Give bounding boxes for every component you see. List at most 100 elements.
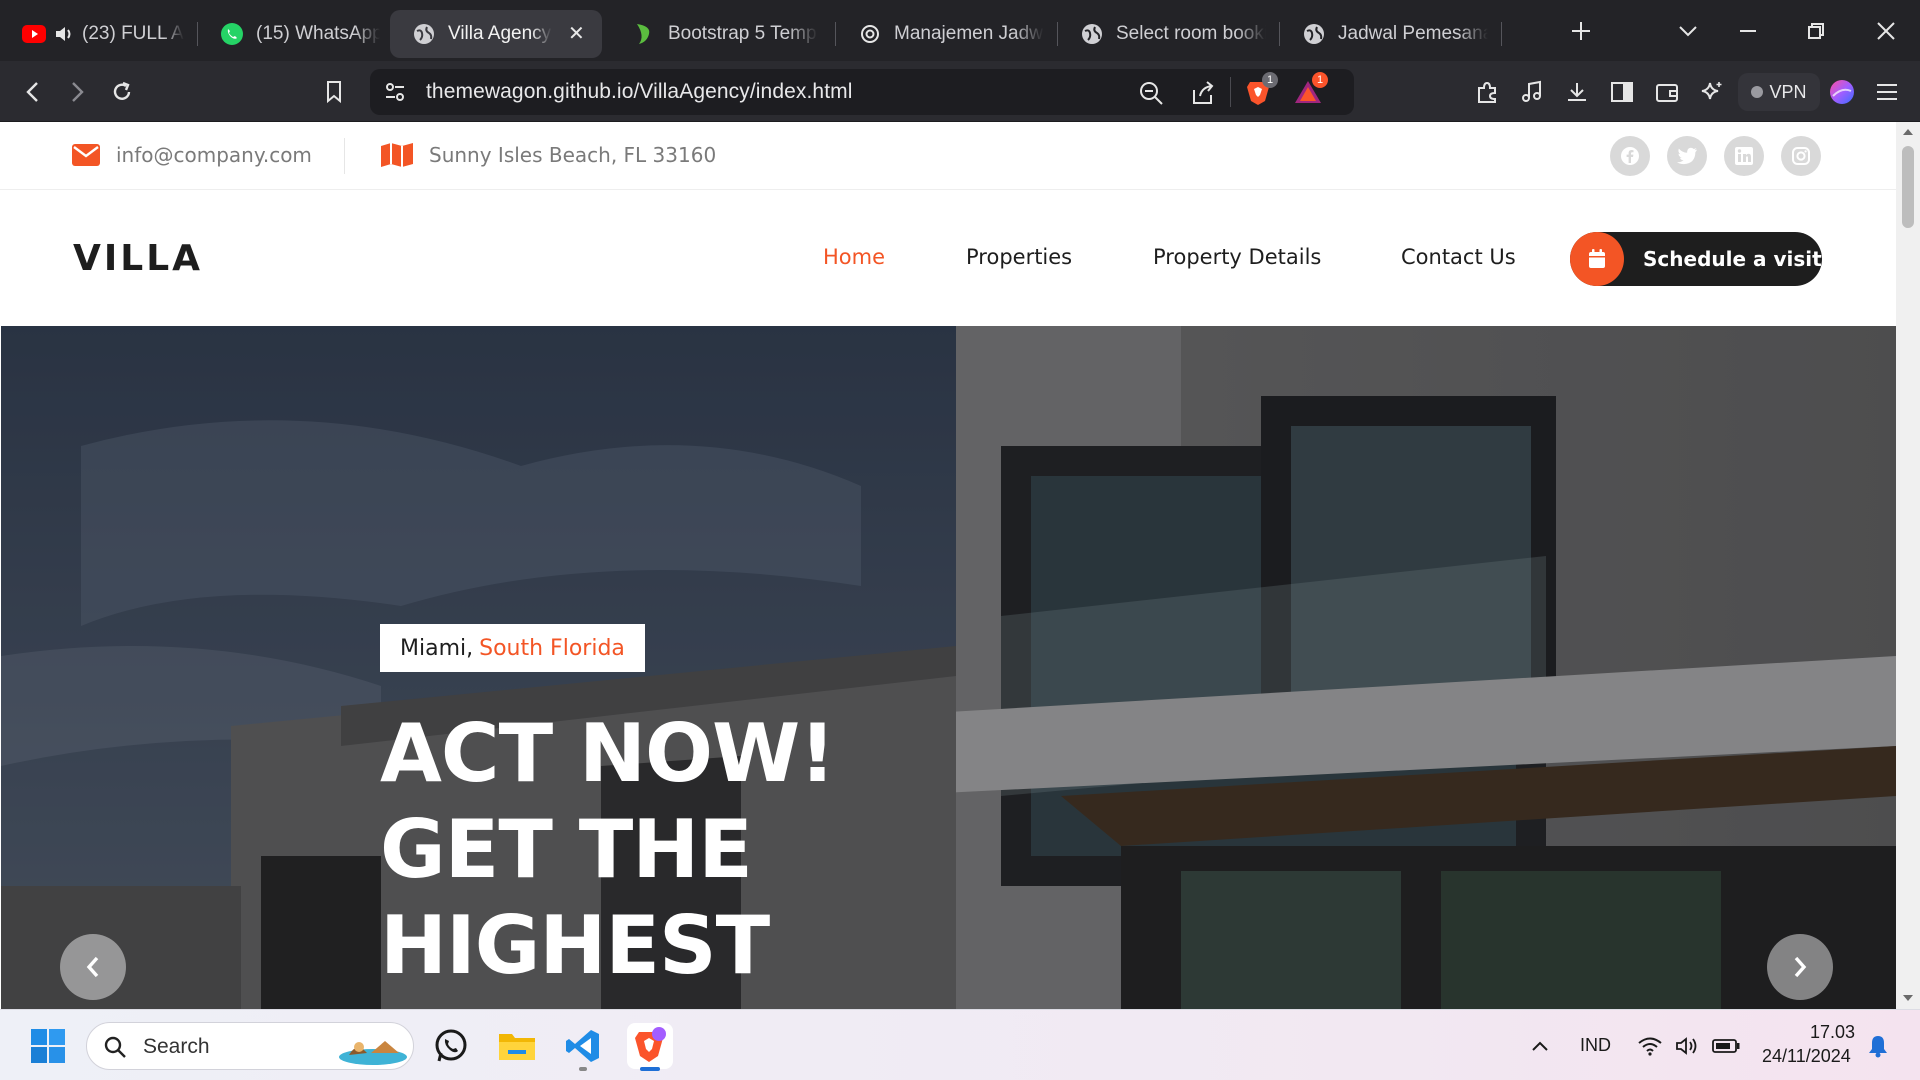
- downloads-button[interactable]: [1558, 73, 1596, 111]
- globe-icon: [1302, 22, 1326, 46]
- close-window-button[interactable]: [1856, 0, 1916, 61]
- zoom-icon[interactable]: [1138, 80, 1164, 111]
- tab-title: Villa Agency - Real Estate: [448, 22, 552, 44]
- headline-line-3: HIGHEST: [380, 899, 770, 992]
- tab-chatgpt[interactable]: Manajemen Jadwal: [836, 10, 1058, 58]
- nav-contact-us[interactable]: Contact Us: [1401, 245, 1516, 269]
- taskbar-vscode[interactable]: [560, 1023, 606, 1071]
- vpn-button[interactable]: VPN: [1738, 73, 1820, 111]
- windows-logo-icon: [31, 1029, 65, 1063]
- taskbar-brave[interactable]: [627, 1023, 673, 1071]
- leo-ai-button[interactable]: [1693, 73, 1731, 111]
- sidebar-button[interactable]: [1603, 73, 1641, 111]
- restore-icon: [1808, 22, 1824, 39]
- linkedin-link[interactable]: [1724, 136, 1764, 176]
- tab-room-booking[interactable]: Select room booking: [1058, 10, 1280, 58]
- wifi-icon: [1638, 1037, 1662, 1056]
- tab-title: (23) FULL ALBUM: [82, 22, 184, 44]
- clock-time[interactable]: 17.03: [1810, 1022, 1855, 1043]
- youtube-icon: [22, 22, 46, 46]
- clock-date[interactable]: 24/11/2024: [1762, 1046, 1851, 1067]
- hero-slider: Miami, South Florida ACT NOW! GET THE HI…: [1, 326, 1896, 1009]
- chevron-right-icon: [1794, 956, 1807, 978]
- minimize-button[interactable]: [1718, 0, 1778, 61]
- twitter-icon: [1677, 147, 1697, 165]
- wallet-icon: [1656, 84, 1678, 102]
- site-logo[interactable]: VILLA: [73, 238, 203, 279]
- divider: [344, 138, 345, 174]
- bookmark-icon: [327, 81, 341, 104]
- extensions-button[interactable]: [1468, 73, 1506, 111]
- volume-status[interactable]: [1668, 1023, 1708, 1069]
- scrollbar-thumb[interactable]: [1902, 146, 1914, 228]
- email-text[interactable]: info@company.com: [116, 143, 312, 167]
- reload-button[interactable]: [103, 73, 141, 111]
- notifications-button[interactable]: [1858, 1023, 1898, 1069]
- close-tab-icon[interactable]: ✕: [568, 21, 585, 46]
- wallet-button[interactable]: [1648, 73, 1686, 111]
- tab-villa-agency[interactable]: Villa Agency - Real Estate ✕: [390, 9, 602, 58]
- scroll-down-icon[interactable]: [1902, 994, 1914, 1002]
- nav-home[interactable]: Home: [823, 245, 885, 269]
- tab-search-button[interactable]: [1658, 0, 1718, 61]
- templates-icon: [632, 22, 656, 46]
- new-tab-button[interactable]: [1553, 0, 1609, 61]
- folder-icon: [499, 1034, 535, 1060]
- facebook-icon: [1621, 147, 1639, 165]
- slider-prev-button[interactable]: [60, 934, 126, 1000]
- puzzle-icon: [1478, 81, 1496, 103]
- screen: { "browser": { "tabs": [ {"title": "(23)…: [0, 0, 1920, 1080]
- schedule-visit-button[interactable]: Schedule a visit: [1570, 232, 1822, 286]
- nav-property-details[interactable]: Property Details: [1153, 245, 1321, 269]
- taskbar-file-explorer[interactable]: [494, 1023, 540, 1069]
- profile-button[interactable]: [1823, 73, 1861, 111]
- plus-icon: [1572, 21, 1590, 40]
- address-bar[interactable]: themewagon.github.io/VillaAgency/index.h…: [370, 69, 1354, 115]
- share-icon[interactable]: [1190, 80, 1216, 111]
- tab-bootstrap[interactable]: Bootstrap 5 Templates: [610, 10, 836, 58]
- instagram-icon: [1792, 147, 1810, 165]
- bookmark-button[interactable]: [315, 73, 353, 111]
- language-indicator[interactable]: IND: [1580, 1035, 1611, 1056]
- taskbar-whatsapp[interactable]: [428, 1023, 474, 1069]
- battery-status[interactable]: [1706, 1023, 1746, 1069]
- nav-properties[interactable]: Properties: [966, 245, 1072, 269]
- divider: [1230, 77, 1231, 107]
- globe-icon: [1080, 22, 1104, 46]
- scroll-up-icon[interactable]: [1902, 128, 1914, 136]
- site-settings-icon[interactable]: [384, 81, 406, 108]
- location-city: Miami,: [400, 635, 474, 661]
- forward-button[interactable]: [58, 73, 96, 111]
- calendar-icon: [1570, 232, 1624, 286]
- headline-line-1: ACT NOW!: [380, 707, 836, 800]
- wifi-status[interactable]: [1630, 1023, 1670, 1069]
- back-button[interactable]: [14, 73, 52, 111]
- tab-youtube[interactable]: (23) FULL ALBUM: [0, 10, 198, 58]
- vpn-status-icon: [1751, 86, 1764, 98]
- email-info[interactable]: info@company.com: [72, 143, 312, 167]
- rewards-badge: 1: [1312, 72, 1328, 88]
- tab-whatsapp[interactable]: (15) WhatsApp: [198, 10, 394, 58]
- search-icon: [104, 1036, 126, 1058]
- restore-button[interactable]: [1786, 0, 1846, 61]
- media-button[interactable]: [1513, 73, 1551, 111]
- reload-icon: [113, 81, 131, 100]
- taskbar-search-box[interactable]: Search: [86, 1022, 414, 1070]
- tab-jadwal[interactable]: Jadwal Pemesanan: [1280, 10, 1502, 58]
- show-hidden-icons-button[interactable]: [1516, 1023, 1564, 1069]
- profile-avatar-icon: [1830, 80, 1854, 104]
- close-icon: [1877, 21, 1895, 40]
- site-header: VILLA Home Properties Property Details C…: [0, 190, 1896, 326]
- instagram-link[interactable]: [1781, 136, 1821, 176]
- twitter-link[interactable]: [1667, 136, 1707, 176]
- speaker-icon[interactable]: [54, 22, 74, 46]
- start-button[interactable]: [25, 1023, 71, 1069]
- volume-icon: [1676, 1037, 1697, 1055]
- battery-icon: [1712, 1039, 1740, 1053]
- active-indicator: [640, 1067, 660, 1071]
- slider-next-button[interactable]: [1767, 934, 1833, 1000]
- page-scrollbar[interactable]: [1896, 122, 1920, 1009]
- facebook-link[interactable]: [1610, 136, 1650, 176]
- menu-button[interactable]: [1868, 73, 1906, 111]
- vscode-icon: [566, 1030, 599, 1062]
